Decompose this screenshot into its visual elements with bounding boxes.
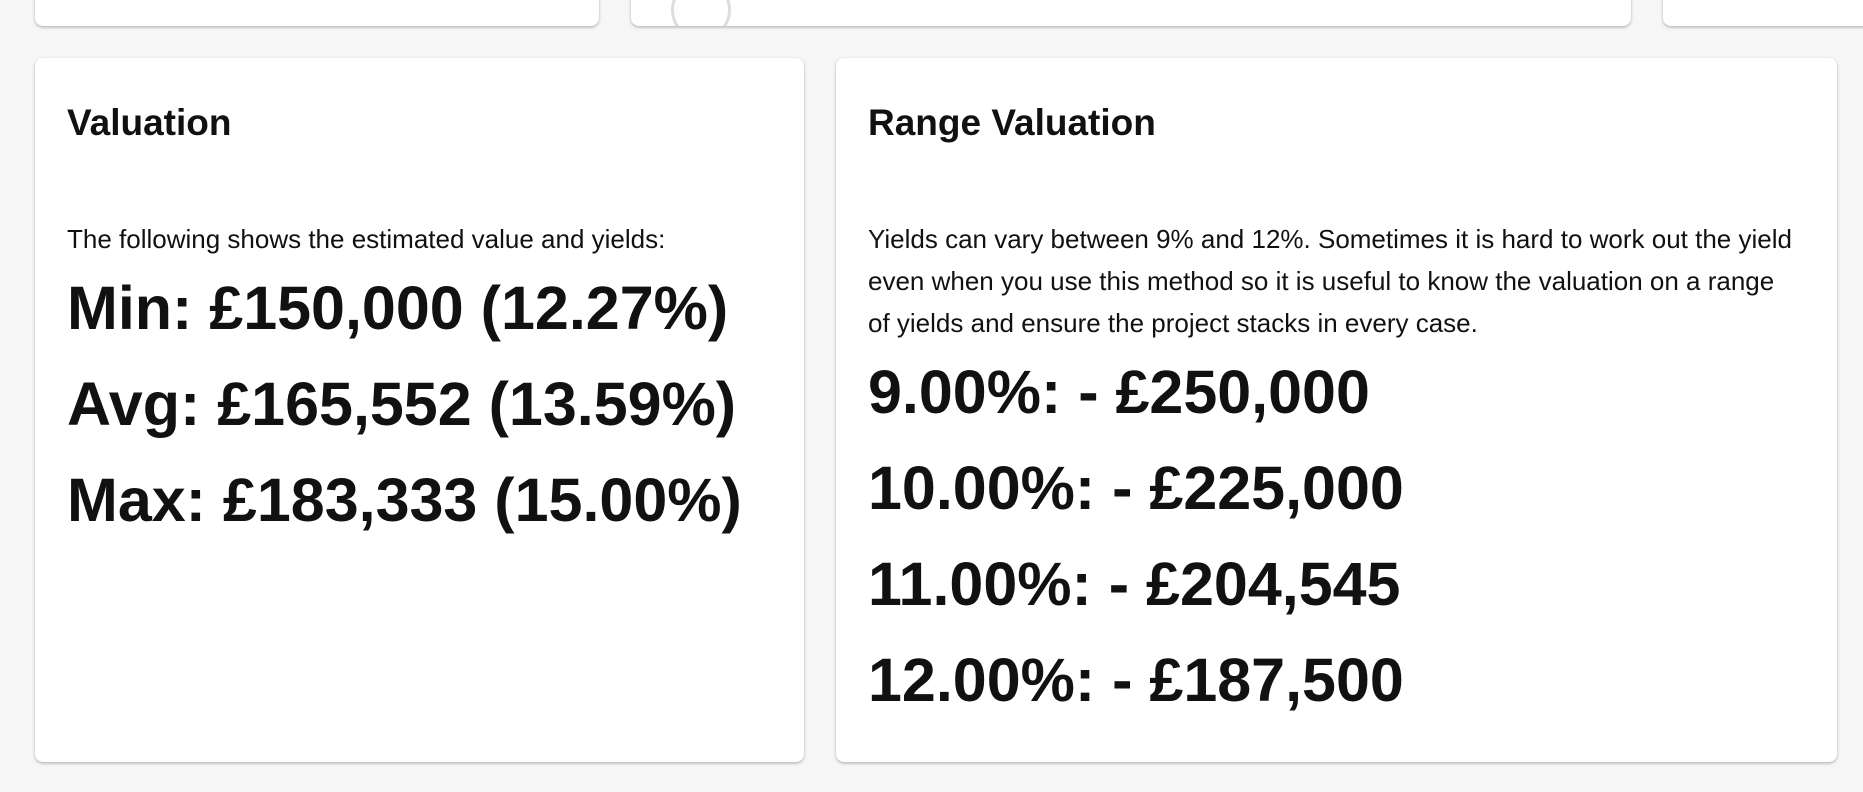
- top-card-middle: [631, 0, 1631, 26]
- valuation-max: Max: £183,333 (15.00%): [67, 466, 742, 534]
- range-valuation-list: 9.00%: - £250,000 10.00%: - £225,000 11.…: [868, 344, 1805, 728]
- valuation-card: Valuation The following shows the estima…: [35, 58, 804, 762]
- top-card-left: [35, 0, 599, 26]
- valuation-description: The following shows the estimated value …: [67, 224, 666, 254]
- valuation-avg: Avg: £165,552 (13.59%): [67, 370, 737, 438]
- range-valuation-description: Yields can vary between 9% and 12%. Some…: [868, 224, 1792, 338]
- range-valuation-title: Range Valuation: [868, 102, 1156, 143]
- range-valuation-card: Range Valuation Yields can vary between …: [836, 58, 1837, 762]
- range-valuation-9: 9.00%: - £250,000: [868, 358, 1370, 426]
- range-valuation-10: 10.00%: - £225,000: [868, 454, 1404, 522]
- valuation-list: Min: £150,000 (12.27%) Avg: £165,552 (13…: [67, 260, 772, 548]
- range-valuation-11: 11.00%: - £204,545: [868, 550, 1401, 618]
- top-card-right: [1663, 0, 1863, 26]
- valuation-title: Valuation: [67, 102, 232, 143]
- range-valuation-12: 12.00%: - £187,500: [868, 646, 1404, 714]
- valuation-min: Min: £150,000 (12.27%): [67, 274, 729, 342]
- chart-ring: [671, 0, 731, 26]
